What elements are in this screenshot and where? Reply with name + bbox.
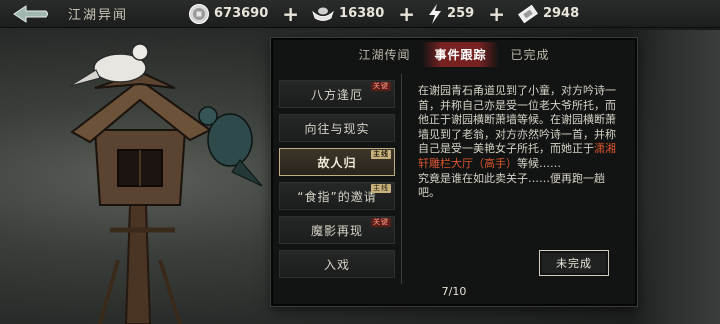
energy-value: 259 (447, 6, 475, 21)
lightning-icon (429, 3, 442, 24)
event-item[interactable]: 向往与现实 (279, 114, 395, 142)
page-indicator: 7/10 (441, 285, 467, 298)
coin-value: 673690 (214, 6, 269, 21)
event-item[interactable]: 八方逢厄 关键 (279, 80, 395, 108)
ticket-icon (517, 4, 538, 23)
event-item-selected[interactable]: 故人归 主线 (279, 148, 395, 176)
event-panel: 江湖传闻 事件跟踪 已完成 八方逢厄 关键 向往与现实 故人归 主线 “食指”的… (271, 38, 637, 306)
event-item[interactable]: 魔影再现 关键 (279, 216, 395, 244)
event-label: 向往与现实 (304, 121, 370, 136)
resource-ticket: 2948 (517, 0, 579, 28)
event-list: 八方逢厄 关键 向往与现实 故人归 主线 “食指”的邀请 主线 魔影再现 关键 … (279, 80, 395, 284)
page-title: 江湖异闻 (68, 8, 129, 23)
event-tag: 关键 (371, 218, 391, 227)
event-tag: 关键 (371, 82, 391, 91)
event-label: 故人归 (317, 155, 357, 170)
tab-completed[interactable]: 已完成 (499, 42, 562, 67)
event-description: 在谢园青石甬道见到了小童，对方吟诗一首，并称自己亦是受一位老大爷所托，而他正于谢… (418, 84, 623, 201)
back-arrow-icon (13, 4, 48, 23)
background-right-pillar (630, 30, 720, 324)
column-divider (401, 74, 402, 284)
resource-energy: 259 (427, 0, 474, 28)
event-tag: 主线 (371, 150, 391, 159)
description-conclusion: 究竟是谁在如此卖关子……便再跑一趟吧。 (418, 171, 605, 200)
event-label: 入戏 (323, 257, 350, 272)
event-tag: 主线 (371, 184, 391, 193)
event-item[interactable]: “食指”的邀请 主线 (279, 182, 395, 210)
incomplete-status-button[interactable]: 未完成 (539, 250, 609, 276)
tab-event-tracking[interactable]: 事件跟踪 (422, 41, 499, 67)
add-ingot-button[interactable]: + (398, 4, 415, 24)
add-energy-button[interactable]: + (488, 4, 505, 24)
resource-coin: 673690 (188, 0, 268, 28)
top-bar: 江湖异闻 673690 + 16380 + 259 + 2948 (0, 0, 720, 28)
event-label: 八方逢厄 (310, 87, 363, 102)
ingot-icon (312, 7, 334, 21)
resource-ingot: 16380 (311, 0, 384, 28)
ingot-value: 16380 (339, 6, 385, 21)
description-text-tail: 等候…… (517, 156, 561, 170)
back-button[interactable] (0, 0, 62, 28)
description-text: 在谢园青石甬道见到了小童，对方吟诗一首，并称自己亦是受一位老大爷所托，而他正于谢… (418, 84, 616, 156)
tab-bar: 江湖传闻 事件跟踪 已完成 (273, 40, 635, 68)
add-coin-button[interactable]: + (282, 4, 299, 24)
coin-icon (189, 3, 209, 24)
ticket-value: 2948 (542, 6, 580, 21)
event-item[interactable]: 入戏 (279, 250, 395, 278)
event-label: 魔影再现 (310, 223, 363, 238)
event-label: “食指”的邀请 (297, 189, 377, 204)
tab-rumors[interactable]: 江湖传闻 (346, 42, 422, 67)
